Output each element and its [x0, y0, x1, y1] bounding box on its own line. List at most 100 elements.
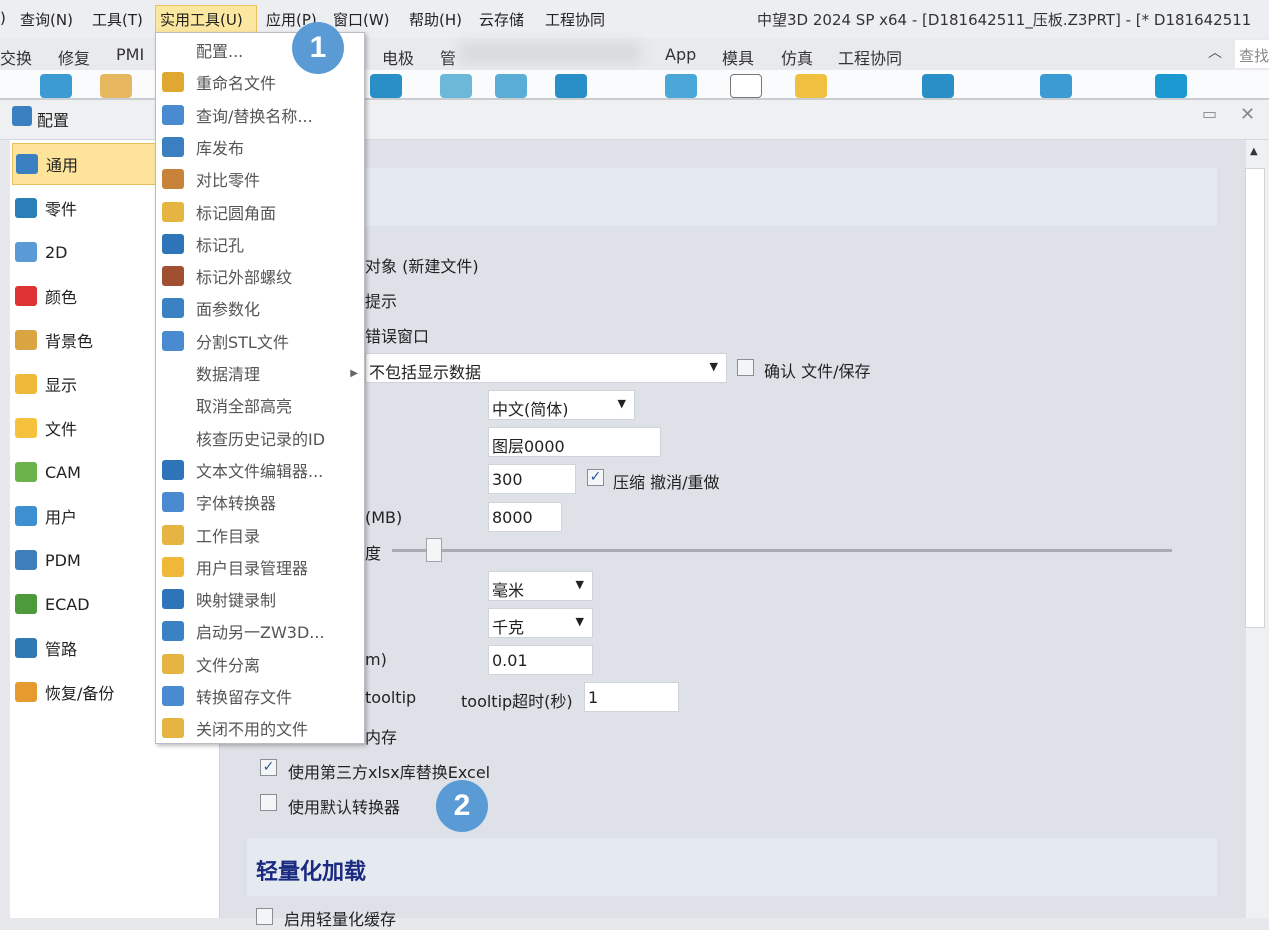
tab-pmi[interactable]: PMI	[116, 45, 144, 64]
library-publish-icon	[162, 136, 184, 157]
language-select[interactable]: 中文(简体) ▼	[488, 390, 635, 420]
tool-icon[interactable]	[1155, 74, 1187, 98]
slider-label: 度	[365, 544, 382, 563]
tool-icon[interactable]	[40, 74, 72, 98]
lightweight-cache-checkbox[interactable]	[256, 908, 273, 925]
convert-file-icon	[162, 686, 184, 706]
menu-item[interactable]: 核查历史记录的ID	[156, 423, 364, 453]
tab-electrode[interactable]: 电极	[382, 45, 414, 69]
user-dir-icon	[162, 556, 184, 577]
menu-item[interactable]: 数据清理 ▶	[156, 358, 364, 388]
submenu-arrow-icon: ▶	[350, 367, 358, 379]
slider-thumb[interactable]	[426, 538, 442, 562]
menu-item[interactable]: 转换留存文件	[156, 681, 364, 711]
tool-icon[interactable]	[795, 74, 827, 98]
general-icon	[16, 154, 38, 174]
tab-mold[interactable]: 模具	[722, 45, 754, 69]
tab-repair[interactable]: 修复	[58, 45, 90, 69]
menu-item[interactable]: 启动另一ZW3D...	[156, 616, 364, 646]
menu-item-label: 库发布	[196, 138, 245, 158]
collapse-ribbon-icon[interactable]: ︿	[1208, 42, 1222, 62]
menu-item[interactable]: 标记外部螺纹	[156, 261, 364, 291]
confirm-save-checkbox[interactable]	[737, 359, 754, 376]
memory-input[interactable]: 8000	[488, 502, 562, 532]
close-icon[interactable]: ✕	[1240, 104, 1255, 125]
menu-tools[interactable]: 工具(T)	[92, 9, 143, 30]
sidebar-item-label: 管路	[45, 640, 78, 659]
sidebar-item-label: 通用	[46, 156, 79, 175]
menu-item[interactable]: 对比零件	[156, 164, 364, 194]
layer-input[interactable]: 图层0000	[488, 427, 661, 457]
menu-item-label: 转换留存文件	[196, 688, 293, 707]
rename-icon	[162, 72, 184, 93]
dialog-title: 配置	[37, 111, 70, 130]
tool-icon[interactable]	[1040, 74, 1072, 98]
menu-help[interactable]: 帮助(H)	[409, 9, 462, 30]
color-icon	[15, 286, 37, 306]
menu-item[interactable]: 面参数化	[156, 293, 364, 323]
menu-item-label: 配置...	[196, 42, 244, 61]
tool-icon[interactable]	[665, 74, 697, 98]
tab-pipe[interactable]: 管	[440, 45, 456, 69]
menu-cloud[interactable]: 云存储	[479, 9, 524, 30]
pipe-icon	[15, 638, 37, 658]
menu-item[interactable]: 文本文件编辑器...	[156, 455, 364, 485]
length-unit-select[interactable]: 毫米 ▼	[488, 571, 593, 601]
setting-label: 对象 (新建文件)	[365, 257, 479, 276]
menu-item[interactable]: 用户目录管理器	[156, 552, 364, 582]
tool-icon[interactable]	[555, 74, 587, 98]
mark-fillet-icon	[162, 201, 184, 222]
tolerance-input[interactable]: 0.01	[488, 645, 593, 675]
menu-item[interactable]: 分割STL文件	[156, 326, 364, 356]
length-unit-value: 毫米	[492, 581, 525, 600]
tool-icon[interactable]	[440, 74, 472, 98]
scrollbar-thumb[interactable]	[1245, 168, 1265, 628]
tab-collab[interactable]: 工程协同	[838, 45, 902, 69]
tool-icon[interactable]	[495, 74, 527, 98]
section-header	[247, 168, 1217, 226]
menu-item[interactable]: 关闭不用的文件	[156, 713, 364, 743]
ecad-icon	[15, 594, 37, 614]
menu-item[interactable]: 映射键录制	[156, 584, 364, 614]
undo-steps-input[interactable]: 300	[488, 464, 576, 494]
menu-item[interactable]: 取消全部高亮	[156, 390, 364, 420]
tab-exchange[interactable]: 交换	[0, 45, 32, 69]
sidebar-item-label: 文件	[45, 420, 78, 439]
tab-app[interactable]: App	[665, 45, 696, 64]
menu-item[interactable]: 查询/替换名称...	[156, 100, 364, 130]
menu-query[interactable]: 查询(N)	[20, 9, 73, 30]
mass-unit-select[interactable]: 千克 ▼	[488, 608, 593, 638]
menu-item[interactable]: 库发布	[156, 132, 364, 162]
tolerance-label: m)	[365, 650, 387, 669]
sidebar-item-label: ECAD	[45, 594, 90, 614]
xlsx-checkbox[interactable]: ✓	[260, 759, 277, 776]
menu-item[interactable]: 文件分离	[156, 649, 364, 679]
curve-tool-icon[interactable]	[730, 74, 762, 98]
scroll-up-icon[interactable]: ▲	[1250, 146, 1258, 157]
menu-collab[interactable]: 工程协同	[545, 9, 605, 30]
menu-utilities[interactable]: 实用工具(U)	[160, 9, 243, 30]
menu-window[interactable]: 窗口(W)	[333, 9, 390, 30]
menu-item[interactable]: 标记孔	[156, 229, 364, 259]
dropdown-arrow-icon: ▼	[575, 615, 584, 628]
menu-item[interactable]: 标记圆角面	[156, 197, 364, 227]
tab-simulation[interactable]: 仿真	[781, 45, 813, 69]
search-input[interactable]: 查找	[1235, 40, 1269, 68]
tool-icon[interactable]	[922, 74, 954, 98]
default-converter-checkbox[interactable]	[260, 794, 277, 811]
menu-item[interactable]: 工作目录	[156, 520, 364, 550]
slider-track[interactable]	[392, 549, 1172, 552]
compress-undo-checkbox[interactable]: ✓	[587, 469, 604, 486]
tool-icon[interactable]	[370, 74, 402, 98]
menu-item-prev[interactable]: )	[0, 9, 6, 27]
save-mode-select[interactable]: 不包括显示数据 ▼	[365, 353, 727, 383]
window-title: 中望3D 2024 SP x64 - [D181642511_压板.Z3PRT]…	[757, 11, 1252, 29]
keymap-record-icon	[162, 589, 184, 610]
menu-item-label: 查询/替换名称...	[196, 106, 313, 126]
mark-hole-icon	[162, 233, 184, 254]
comment-icon[interactable]: ▭	[1202, 104, 1217, 123]
tool-icon[interactable]	[100, 74, 132, 98]
menu-item[interactable]: 字体转换器	[156, 487, 364, 517]
menu-item[interactable]: 重命名文件	[156, 67, 364, 97]
tooltip-timeout-input[interactable]: 1	[584, 682, 679, 712]
